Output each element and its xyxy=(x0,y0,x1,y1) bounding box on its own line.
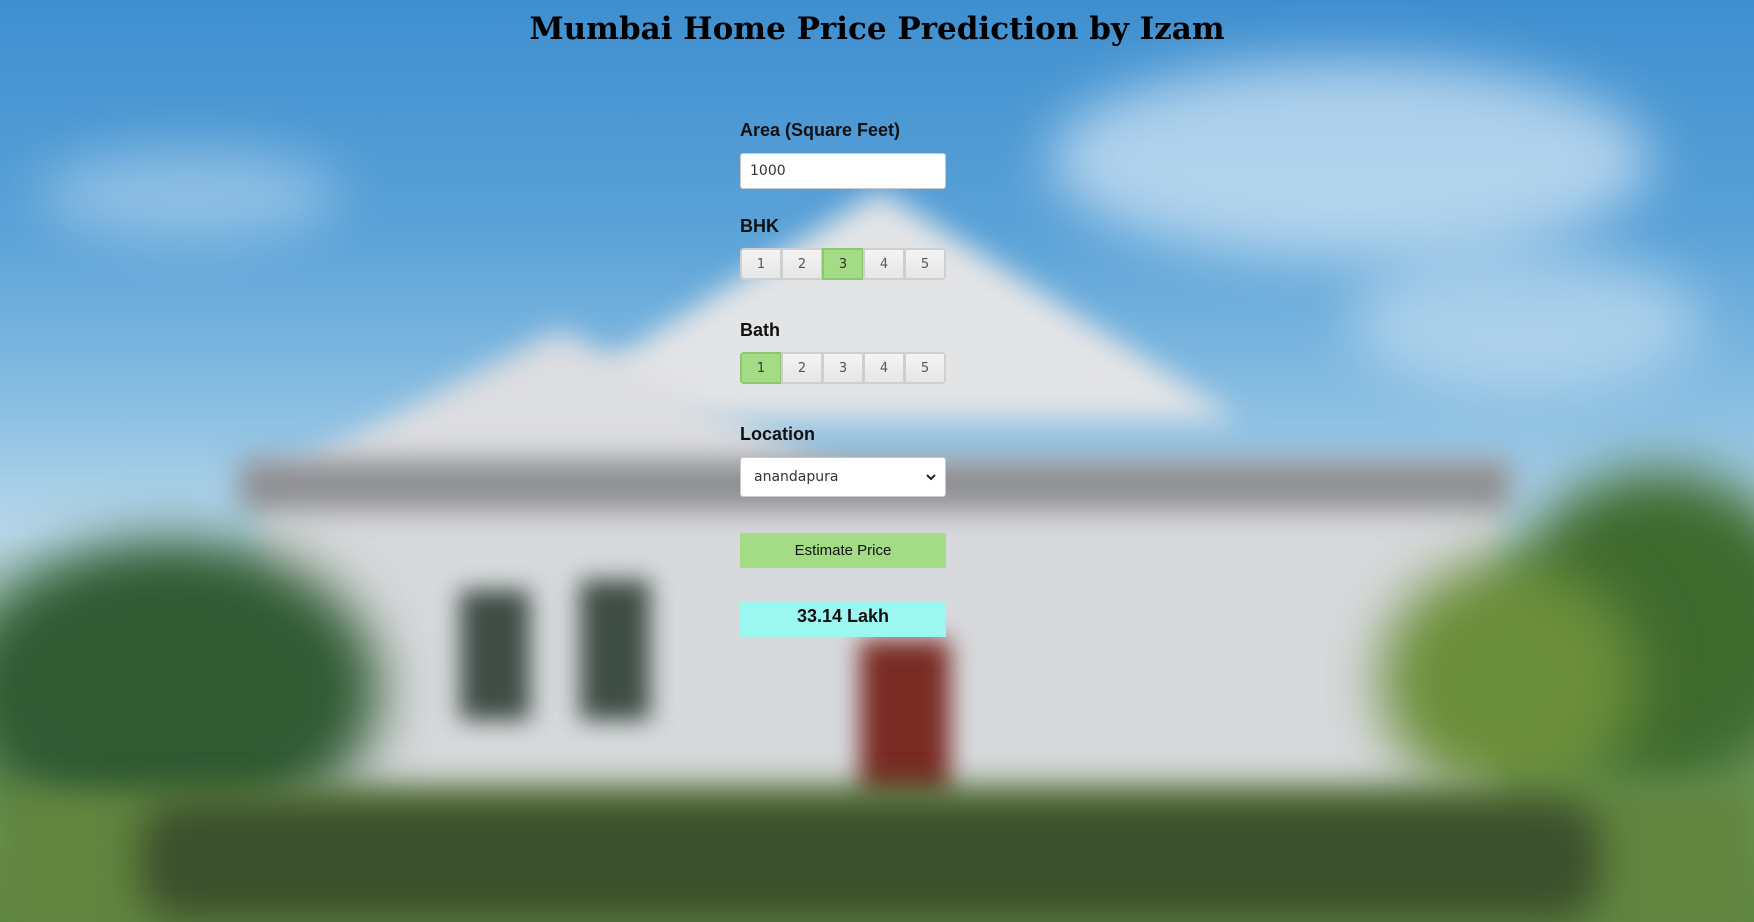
chevron-down-icon xyxy=(926,474,936,481)
bhk-label: BHK xyxy=(740,216,779,236)
house-window xyxy=(580,580,650,720)
cloud xyxy=(1350,250,1700,390)
location-select[interactable]: anandapura xyxy=(740,457,946,497)
bhk-option[interactable]: 3 xyxy=(822,248,864,280)
estimated-price-result: 33.14 Lakh xyxy=(740,602,946,637)
location-selected-value: anandapura xyxy=(754,469,839,485)
bath-option[interactable]: 5 xyxy=(904,352,946,384)
price-form: Area (Square Feet) BHK 1 2 3 4 5 Bath 1 … xyxy=(740,120,946,637)
area-input[interactable] xyxy=(740,153,946,189)
tree xyxy=(1380,560,1640,800)
bath-option[interactable]: 2 xyxy=(781,352,823,384)
house-door xyxy=(860,640,950,800)
bath-label: Bath xyxy=(740,320,780,340)
bath-option[interactable]: 3 xyxy=(822,352,864,384)
shrubs xyxy=(140,800,1600,920)
bhk-option[interactable]: 1 xyxy=(740,248,782,280)
bath-selector: 1 2 3 4 5 xyxy=(740,352,946,384)
estimate-price-button[interactable]: Estimate Price xyxy=(740,533,946,568)
cloud xyxy=(40,150,340,240)
bath-option[interactable]: 1 xyxy=(740,352,782,384)
house-window xyxy=(460,590,530,720)
bhk-option[interactable]: 4 xyxy=(863,248,905,280)
location-label: Location xyxy=(740,424,815,444)
bhk-selector: 1 2 3 4 5 xyxy=(740,248,946,280)
area-label: Area (Square Feet) xyxy=(740,120,901,140)
page-title: Mumbai Home Price Prediction by Izam xyxy=(529,11,1225,47)
bhk-option[interactable]: 2 xyxy=(781,248,823,280)
bath-option[interactable]: 4 xyxy=(863,352,905,384)
bhk-option[interactable]: 5 xyxy=(904,248,946,280)
